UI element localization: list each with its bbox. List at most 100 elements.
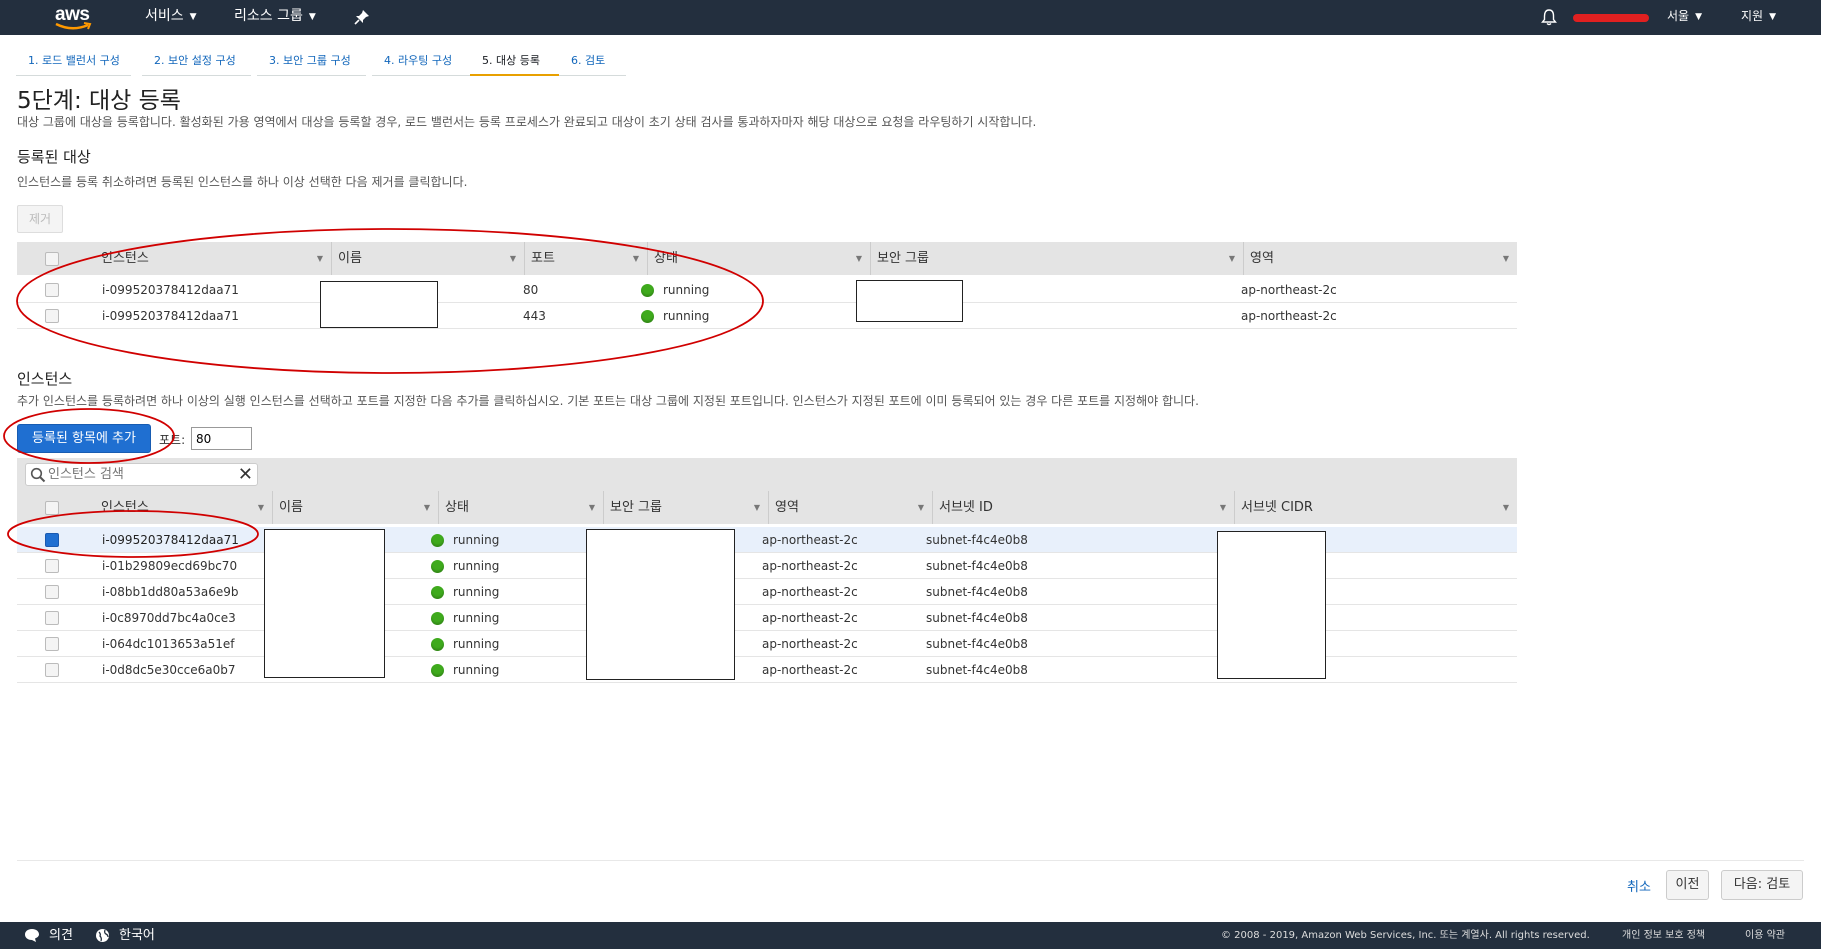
resource-groups-menu-label: 리소스 그룹 xyxy=(234,8,303,24)
column-header-security-group[interactable]: 보안 그룹 ▼ xyxy=(604,491,769,524)
privacy-policy-link[interactable]: 개인 정보 보호 정책 xyxy=(1622,922,1705,949)
row-checkbox[interactable] xyxy=(45,663,59,677)
status-text: running xyxy=(453,611,500,625)
cancel-link[interactable]: 취소 xyxy=(1627,876,1651,895)
chevron-down-icon: ▼ xyxy=(1769,12,1777,22)
registered-targets-description: 인스턴스를 등록 취소하려면 등록된 인스턴스를 하나 이상 선택한 다음 제거… xyxy=(17,175,468,189)
subnet-id: subnet-f4c4e0b8 xyxy=(926,663,1028,677)
sort-icon: ▼ xyxy=(1228,254,1235,263)
bell-icon[interactable] xyxy=(1541,9,1557,26)
row-checkbox[interactable] xyxy=(45,309,59,323)
column-label: 상태 xyxy=(654,251,678,266)
table-header: 인스턴스 ▼ 이름 ▼ 포트 ▼ 상태 ▼ 보안 그룹 ▼ 영역 ▼ xyxy=(17,242,1517,275)
tab-register-targets[interactable]: 5. 대상 등록 xyxy=(470,48,559,76)
column-header-name[interactable]: 이름 ▼ xyxy=(273,491,439,524)
row-checkbox[interactable] xyxy=(45,533,59,547)
column-header-instance[interactable]: 인스턴스 ▼ xyxy=(95,491,273,524)
table-row[interactable]: i-099520378412daa71 80 running ap-northe… xyxy=(17,277,1517,303)
instance-search-box[interactable]: ✕ xyxy=(25,463,258,486)
language-selector[interactable]: 한국어 xyxy=(119,922,155,949)
region-menu[interactable]: 서울 ▼ xyxy=(1667,0,1702,35)
instance-id: i-099520378412daa71 xyxy=(102,533,239,547)
remove-button[interactable]: 제거 xyxy=(17,205,63,233)
port-input[interactable] xyxy=(191,427,252,450)
tab-configure-load-balancer[interactable]: 1. 로드 밸런서 구성 xyxy=(16,48,131,76)
sort-icon: ▼ xyxy=(423,503,430,512)
column-label: 서브넷 CIDR xyxy=(1241,500,1313,515)
search-bar: ✕ xyxy=(17,458,1517,491)
tab-review[interactable]: 6. 검토 xyxy=(559,48,626,76)
column-header-subnet-cidr[interactable]: 서브넷 CIDR ▼ xyxy=(1235,491,1517,524)
sort-icon: ▼ xyxy=(1219,503,1226,512)
column-header-security-group[interactable]: 보안 그룹 ▼ xyxy=(871,242,1244,275)
subnet-id: subnet-f4c4e0b8 xyxy=(926,533,1028,547)
port-label: 포트: xyxy=(159,433,186,447)
column-label: 영역 xyxy=(1250,251,1274,266)
running-status-icon xyxy=(431,534,444,547)
instances-table: 인스턴스 ▼ 이름 ▼ 상태 ▼ 보안 그룹 ▼ 영역 ▼ 서브넷 ID ▼ 서브넷 CID… xyxy=(17,491,1517,686)
tab-label: 1. 로드 밸런서 구성 xyxy=(28,54,120,67)
column-header-zone[interactable]: 영역 ▼ xyxy=(1244,242,1517,275)
select-all-checkbox[interactable] xyxy=(45,252,59,266)
page-description: 대상 그룹에 대상을 등록합니다. 활성화된 가용 영역에서 대상을 등록할 경… xyxy=(17,115,1037,129)
resource-groups-menu[interactable]: 리소스 그룹 ▼ xyxy=(234,0,316,35)
redacted-security-group-box xyxy=(586,529,735,680)
pin-icon[interactable] xyxy=(354,9,370,25)
column-header-status[interactable]: 상태 ▼ xyxy=(439,491,604,524)
table-row[interactable]: i-099520378412daa71 443 running ap-north… xyxy=(17,303,1517,329)
column-header-port[interactable]: 포트 ▼ xyxy=(525,242,648,275)
instance-id: i-0d8dc5e30cce6a0b7 xyxy=(102,663,236,677)
column-label: 서브넷 ID xyxy=(939,500,993,515)
feedback-link[interactable]: 의견 xyxy=(49,922,73,949)
running-status-icon xyxy=(431,560,444,573)
previous-button[interactable]: 이전 xyxy=(1666,870,1709,900)
tab-configure-security-settings[interactable]: 2. 보안 설정 구성 xyxy=(142,48,251,76)
status: running xyxy=(641,277,709,303)
column-header-zone[interactable]: 영역 ▼ xyxy=(769,491,933,524)
add-to-registered-button[interactable]: 등록된 항목에 추가 xyxy=(17,424,151,453)
tab-label: 4. 라우팅 구성 xyxy=(384,54,453,67)
status: running xyxy=(431,553,499,579)
search-input[interactable] xyxy=(48,466,228,483)
status: running xyxy=(431,657,499,683)
row-checkbox[interactable] xyxy=(45,559,59,573)
column-header-status[interactable]: 상태 ▼ xyxy=(648,242,871,275)
column-label: 이름 xyxy=(338,251,362,266)
running-status-icon xyxy=(641,284,654,297)
zone: ap-northeast-2c xyxy=(1241,283,1337,297)
subnet-id: subnet-f4c4e0b8 xyxy=(926,637,1028,651)
tab-configure-security-groups[interactable]: 3. 보안 그룹 구성 xyxy=(257,48,366,76)
next-review-button[interactable]: 다음: 검토 xyxy=(1721,870,1803,900)
tab-label: 6. 검토 xyxy=(571,54,606,67)
status-text: running xyxy=(453,585,500,599)
aws-logo[interactable]: aws xyxy=(52,2,98,32)
tab-configure-routing[interactable]: 4. 라우팅 구성 xyxy=(372,48,472,76)
select-all-checkbox[interactable] xyxy=(45,501,59,515)
instances-title: 인스턴스 xyxy=(17,370,73,388)
feedback-icon xyxy=(25,929,39,942)
zone: ap-northeast-2c xyxy=(762,663,858,677)
column-header-name[interactable]: 이름 ▼ xyxy=(332,242,525,275)
column-label: 인스턴스 xyxy=(101,500,149,515)
services-menu[interactable]: 서비스 ▼ xyxy=(145,0,197,35)
port: 80 xyxy=(523,283,539,297)
search-icon xyxy=(30,467,46,483)
status: running xyxy=(641,303,709,329)
globe-icon xyxy=(96,929,109,942)
column-label: 포트 xyxy=(531,251,555,266)
clear-icon[interactable]: ✕ xyxy=(238,465,253,485)
support-menu[interactable]: 지원 ▼ xyxy=(1741,0,1776,35)
sort-icon: ▼ xyxy=(753,503,760,512)
redacted-subnet-cidr-box xyxy=(1217,531,1326,679)
row-checkbox[interactable] xyxy=(45,585,59,599)
aws-smile-icon xyxy=(55,22,92,30)
instance-id: i-01b29809ecd69bc70 xyxy=(102,559,238,573)
running-status-icon xyxy=(431,638,444,651)
row-checkbox[interactable] xyxy=(45,611,59,625)
column-header-instance[interactable]: 인스턴스 ▼ xyxy=(95,242,332,275)
row-checkbox[interactable] xyxy=(45,283,59,297)
terms-link[interactable]: 이용 약관 xyxy=(1745,922,1785,949)
column-header-subnet-id[interactable]: 서브넷 ID ▼ xyxy=(933,491,1235,524)
row-checkbox[interactable] xyxy=(45,637,59,651)
sort-icon: ▼ xyxy=(588,503,595,512)
